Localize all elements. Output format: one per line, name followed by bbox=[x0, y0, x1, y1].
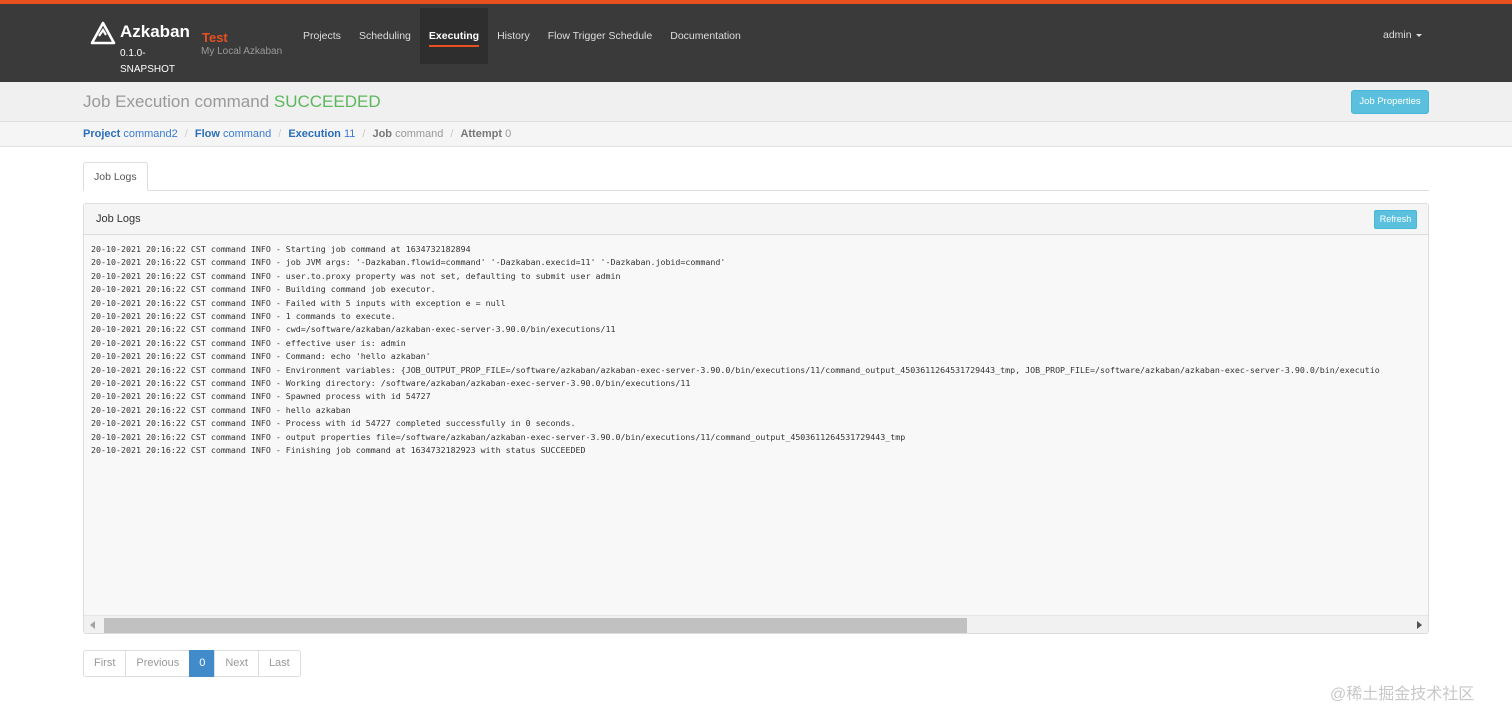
breadcrumb-separator: / bbox=[362, 128, 366, 140]
log-line: 20-10-2021 20:16:22 CST command INFO - W… bbox=[91, 378, 691, 389]
scroll-thumb[interactable] bbox=[104, 618, 967, 633]
user-name: admin bbox=[1383, 29, 1412, 41]
log-line: 20-10-2021 20:16:22 CST command INFO - S… bbox=[91, 391, 431, 402]
brand-name: Azkaban bbox=[120, 22, 190, 41]
refresh-button[interactable]: Refresh bbox=[1374, 210, 1417, 229]
page-header: Job Execution command SUCCEEDED Job Prop… bbox=[0, 82, 1512, 122]
breadcrumb: Project command2 / Flow command / Execut… bbox=[83, 128, 511, 140]
log-line: 20-10-2021 20:16:22 CST command INFO - P… bbox=[91, 418, 576, 429]
breadcrumb-attempt: Attempt 0 bbox=[460, 128, 511, 140]
scroll-right-icon[interactable] bbox=[1417, 621, 1422, 629]
breadcrumb-key: Execution bbox=[288, 128, 341, 140]
watermark: @稀土掘金技术社区 bbox=[1330, 686, 1475, 703]
page-next[interactable]: Next bbox=[214, 650, 259, 677]
job-properties-button[interactable]: Job Properties bbox=[1351, 90, 1429, 114]
nav-history[interactable]: History bbox=[488, 8, 539, 64]
azkaban-logo-icon bbox=[90, 21, 116, 45]
breadcrumb-execution[interactable]: Execution 11 bbox=[288, 128, 355, 140]
panel-title: Job Logs bbox=[96, 213, 141, 225]
breadcrumb-job: Job command bbox=[372, 128, 443, 140]
page-current[interactable]: 0 bbox=[189, 650, 216, 677]
breadcrumb-value: command bbox=[395, 128, 444, 140]
log-line: 20-10-2021 20:16:22 CST command INFO - C… bbox=[91, 351, 431, 362]
log-line: 20-10-2021 20:16:22 CST command INFO - h… bbox=[91, 404, 351, 415]
nav-executing[interactable]: Executing bbox=[419, 8, 489, 64]
breadcrumb-value: 0 bbox=[505, 128, 512, 140]
breadcrumb-flow[interactable]: Flow command bbox=[195, 128, 271, 140]
user-menu[interactable]: admin bbox=[1383, 29, 1422, 41]
breadcrumb-value: command2 bbox=[123, 128, 178, 140]
log-line: 20-10-2021 20:16:22 CST command INFO - B… bbox=[91, 284, 436, 295]
breadcrumb-bar: Project command2 / Flow command / Execut… bbox=[0, 122, 1512, 147]
breadcrumb-separator: / bbox=[450, 128, 454, 140]
nav-scheduling[interactable]: Scheduling bbox=[350, 8, 420, 64]
breadcrumb-separator: / bbox=[278, 128, 282, 140]
environment-description: My Local Azkaban bbox=[201, 46, 283, 57]
log-line: 20-10-2021 20:16:22 CST command INFO - F… bbox=[91, 297, 506, 308]
breadcrumb-value: command bbox=[222, 128, 272, 140]
page-first[interactable]: First bbox=[83, 650, 127, 677]
brand-version: 0.1.0-SNAPSHOT bbox=[120, 48, 176, 75]
log-line: 20-10-2021 20:16:22 CST command INFO - F… bbox=[91, 445, 586, 456]
horizontal-scrollbar[interactable] bbox=[84, 615, 1428, 633]
main-nav: Projects Scheduling Executing History Fl… bbox=[294, 8, 750, 64]
log-line: 20-10-2021 20:16:22 CST command INFO - c… bbox=[91, 324, 616, 335]
environment-name: Test bbox=[202, 30, 228, 45]
tab-job-logs[interactable]: Job Logs bbox=[83, 162, 148, 191]
status-badge: SUCCEEDED bbox=[273, 92, 381, 111]
page-title-text: Job Execution command bbox=[83, 92, 270, 111]
page-previous[interactable]: Previous bbox=[125, 650, 191, 677]
nav-flow-trigger-schedule[interactable]: Flow Trigger Schedule bbox=[539, 8, 661, 64]
nav-projects[interactable]: Projects bbox=[294, 8, 350, 64]
pagination: First Previous 0 Next Last bbox=[83, 650, 301, 677]
breadcrumb-project[interactable]: Project command2 bbox=[83, 128, 178, 140]
breadcrumb-key: Project bbox=[83, 128, 121, 140]
tab-bar: Job Logs bbox=[83, 162, 1429, 191]
breadcrumb-value: 11 bbox=[343, 128, 356, 140]
log-lines: 20-10-2021 20:16:22 CST command INFO - S… bbox=[91, 243, 1380, 458]
caret-down-icon bbox=[1415, 33, 1422, 37]
log-line: 20-10-2021 20:16:22 CST command INFO - 1… bbox=[91, 311, 396, 322]
page-title: Job Execution command SUCCEEDED bbox=[83, 92, 381, 112]
log-line: 20-10-2021 20:16:22 CST command INFO - j… bbox=[91, 257, 726, 268]
breadcrumb-key: Attempt bbox=[460, 128, 502, 140]
scroll-track[interactable] bbox=[102, 618, 1410, 633]
page-last[interactable]: Last bbox=[257, 650, 301, 677]
breadcrumb-separator: / bbox=[184, 128, 188, 140]
log-line: 20-10-2021 20:16:22 CST command INFO - u… bbox=[91, 270, 621, 281]
log-line: 20-10-2021 20:16:22 CST command INFO - o… bbox=[91, 431, 906, 442]
breadcrumb-key: Flow bbox=[194, 128, 220, 140]
breadcrumb-key: Job bbox=[372, 128, 393, 140]
panel-heading: Job Logs Refresh bbox=[84, 204, 1428, 235]
log-line: 20-10-2021 20:16:22 CST command INFO - S… bbox=[91, 244, 471, 254]
log-line: 20-10-2021 20:16:22 CST command INFO - E… bbox=[91, 364, 1380, 375]
job-logs-panel: Job Logs Refresh 20-10-2021 20:16:22 CST… bbox=[83, 203, 1429, 634]
log-line: 20-10-2021 20:16:22 CST command INFO - e… bbox=[91, 337, 406, 348]
log-output[interactable]: 20-10-2021 20:16:22 CST command INFO - S… bbox=[84, 235, 1428, 615]
top-navbar: Azkaban 0.1.0-SNAPSHOT Test My Local Azk… bbox=[0, 0, 1512, 82]
nav-documentation[interactable]: Documentation bbox=[661, 8, 750, 64]
scroll-left-icon[interactable] bbox=[90, 621, 95, 629]
